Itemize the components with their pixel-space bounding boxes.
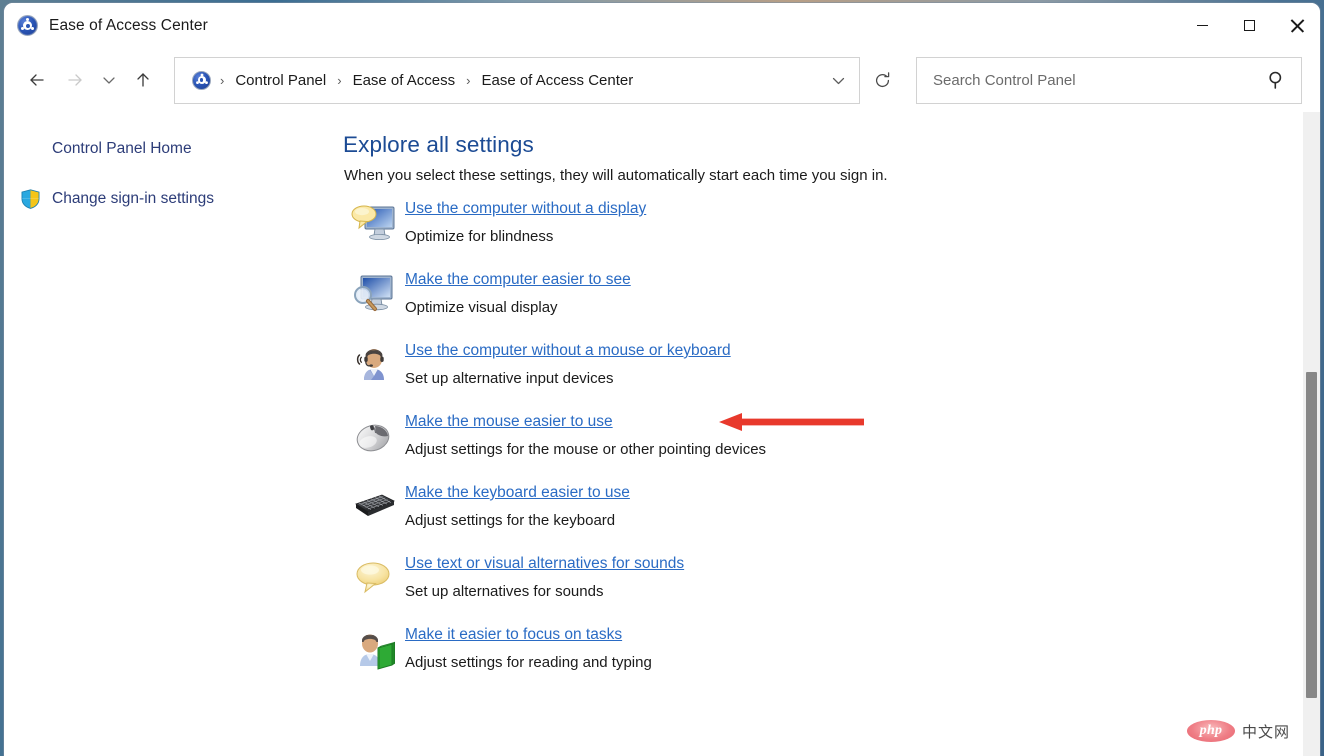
setting-row[interactable]: Use text or visual alternatives for soun…: [343, 555, 1320, 626]
watermark-suffix: 中文网: [1241, 722, 1290, 741]
person-book-icon: [360, 634, 395, 670]
maximize-icon: [1244, 20, 1255, 31]
setting-row[interactable]: Use the computer without a mouse or keyb…: [343, 342, 1320, 413]
vertical-scrollbar[interactable]: [1303, 112, 1320, 756]
chevron-down-icon: [832, 77, 844, 84]
setting-description: Optimize for blindness: [405, 228, 554, 245]
setting-icon-slot: [343, 271, 405, 321]
title-bar-left: Ease of Access Center: [4, 15, 208, 36]
back-arrow-icon: [30, 74, 44, 86]
setting-row[interactable]: Use the computer without a display Optim…: [343, 200, 1320, 271]
breadcrumb-ease-of-access[interactable]: Ease of Access: [351, 68, 458, 93]
setting-description: Adjust settings for reading and typing: [405, 654, 652, 671]
page-title: Explore all settings: [343, 132, 534, 157]
setting-text: Make the computer easier to see Optimize…: [405, 271, 1320, 316]
monitor-speech-icon: [351, 205, 395, 241]
setting-text: Use text or visual alternatives for soun…: [405, 555, 1320, 600]
setting-link-use-computer-without-display[interactable]: Use the computer without a display: [405, 200, 646, 218]
main-panel: Explore all settings When you select the…: [337, 112, 1320, 756]
setting-icon-slot: [343, 555, 405, 605]
setting-link-make-mouse-easier-to-use[interactable]: Make the mouse easier to use: [405, 413, 613, 431]
sidebar-item-label: Control Panel Home: [52, 140, 192, 157]
search-input[interactable]: [933, 71, 1267, 89]
keyboard-icon: [355, 494, 395, 516]
search-box[interactable]: [916, 56, 1302, 104]
setting-icon-slot: [343, 484, 405, 534]
breadcrumb-control-panel[interactable]: Control Panel: [233, 68, 328, 93]
chevron-down-icon: [103, 77, 115, 84]
settings-list: Use the computer without a display Optim…: [343, 200, 1320, 697]
setting-text: Make it easier to focus on tasks Adjust …: [405, 626, 1320, 671]
refresh-button[interactable]: [860, 59, 904, 102]
breadcrumb-root-icon: [192, 70, 211, 90]
close-icon: [1290, 19, 1304, 33]
watermark-brand: php: [1199, 723, 1223, 738]
setting-description: Adjust settings for the mouse or other p…: [405, 441, 767, 458]
back-button[interactable]: [18, 61, 56, 99]
setting-link-use-computer-without-mouse-or-keyboard[interactable]: Use the computer without a mouse or keyb…: [405, 342, 731, 360]
close-button[interactable]: [1273, 3, 1320, 48]
setting-icon-slot: [343, 626, 405, 676]
content-area: Control Panel Home Change sign-in settin…: [4, 112, 1320, 756]
person-headset-icon: [356, 349, 384, 380]
setting-icon-slot: [343, 200, 405, 250]
breadcrumb-separator: ›: [220, 72, 225, 88]
refresh-icon: [875, 71, 889, 87]
setting-link-use-text-or-visual-alternatives-for-sounds[interactable]: Use text or visual alternatives for soun…: [405, 555, 684, 573]
sidebar: Control Panel Home Change sign-in settin…: [4, 112, 337, 756]
shield-icon: [21, 189, 40, 209]
php-logo-icon: php: [1186, 720, 1235, 742]
setting-row[interactable]: Make the mouse easier to use Adjust sett…: [343, 413, 1320, 484]
sidebar-item-control-panel-home[interactable]: Control Panel Home: [4, 134, 337, 164]
title-bar: Ease of Access Center: [4, 3, 1320, 48]
navigation-bar: › Control Panel › Ease of Access › Ease …: [4, 48, 1320, 112]
breadcrumb-ease-of-access-center[interactable]: Ease of Access Center: [479, 68, 635, 93]
setting-text: Use the computer without a mouse or keyb…: [405, 342, 1320, 387]
setting-row[interactable]: Make it easier to focus on tasks Adjust …: [343, 626, 1320, 697]
ease-of-access-icon: [17, 15, 38, 36]
mouse-icon: [356, 424, 390, 452]
setting-link-make-computer-easier-to-see[interactable]: Make the computer easier to see: [405, 271, 631, 289]
search-icon[interactable]: [1267, 70, 1287, 90]
address-dropdown-button[interactable]: [819, 59, 857, 102]
breadcrumb-separator: ›: [337, 72, 342, 88]
forward-arrow-icon: [68, 74, 82, 86]
setting-description: Adjust settings for the keyboard: [405, 512, 616, 529]
setting-icon-slot: [343, 413, 405, 463]
sidebar-item-change-sign-in-settings[interactable]: Change sign-in settings: [4, 184, 337, 214]
address-bar[interactable]: › Control Panel › Ease of Access › Ease …: [174, 56, 860, 104]
scrollbar-thumb[interactable]: [1306, 372, 1317, 698]
breadcrumb-separator: ›: [466, 72, 471, 88]
up-button[interactable]: [124, 61, 162, 99]
monitor-magnifier-icon: [354, 275, 393, 311]
setting-icon-slot: [343, 342, 405, 392]
page-subtitle: When you select these settings, they wil…: [344, 167, 888, 184]
ease-of-access-center-window: Ease of Access Center › Control Panel › …: [4, 3, 1320, 756]
forward-button[interactable]: [56, 61, 94, 99]
setting-text: Use the computer without a display Optim…: [405, 200, 1320, 245]
minimize-button[interactable]: [1179, 3, 1226, 48]
watermark: php 中文网: [1186, 720, 1290, 742]
setting-text: Make the keyboard easier to use Adjust s…: [405, 484, 1320, 529]
annotation-arrow-icon: [719, 413, 864, 431]
setting-row[interactable]: Make the keyboard easier to use Adjust s…: [343, 484, 1320, 555]
speech-bubble-icon: [356, 562, 390, 594]
minimize-icon: [1197, 24, 1208, 27]
window-controls: [1179, 3, 1320, 48]
maximize-button[interactable]: [1226, 3, 1273, 48]
setting-link-make-it-easier-to-focus-on-tasks[interactable]: Make it easier to focus on tasks: [405, 626, 622, 644]
recent-locations-button[interactable]: [94, 61, 124, 99]
setting-description: Set up alternatives for sounds: [405, 583, 604, 600]
window-title: Ease of Access Center: [49, 16, 208, 34]
setting-description: Set up alternative input devices: [405, 370, 614, 387]
setting-text: Make the mouse easier to use Adjust sett…: [405, 413, 1320, 458]
sidebar-item-label: Change sign-in settings: [52, 190, 214, 207]
setting-row[interactable]: Make the computer easier to see Optimize…: [343, 271, 1320, 342]
up-arrow-icon: [137, 73, 149, 87]
setting-description: Optimize visual display: [405, 299, 558, 316]
setting-link-make-keyboard-easier-to-use[interactable]: Make the keyboard easier to use: [405, 484, 630, 502]
